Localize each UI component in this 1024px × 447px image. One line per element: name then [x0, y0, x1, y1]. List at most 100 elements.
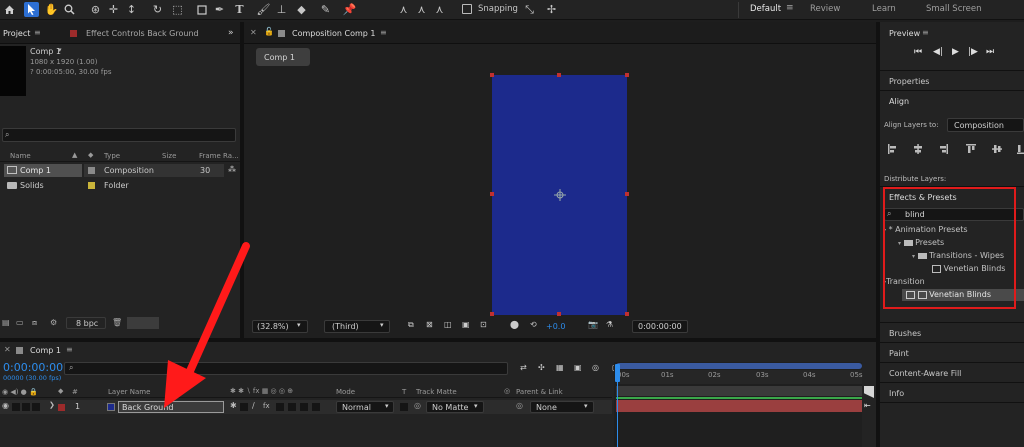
- pan-behind-tool-icon[interactable]: ⬚: [170, 2, 185, 17]
- panel-menu-icon[interactable]: ≡: [922, 28, 929, 37]
- column-name[interactable]: Name: [10, 152, 31, 160]
- exposure-value[interactable]: +0.0: [546, 322, 565, 331]
- preview-panel-title[interactable]: Preview: [889, 29, 920, 38]
- brushes-panel-title[interactable]: Brushes: [889, 329, 921, 338]
- panel-menu-icon[interactable]: ≡: [34, 28, 41, 37]
- parent-pickwhip-icon[interactable]: ◎: [516, 401, 523, 410]
- layer-end-handle-icon[interactable]: ⇤: [864, 401, 871, 410]
- orbit-camera-icon[interactable]: ⊛: [88, 2, 103, 17]
- layer-duration-bar[interactable]: [616, 400, 862, 412]
- panel-overflow-icon[interactable]: »: [228, 28, 234, 38]
- info-panel-title[interactable]: Info: [889, 389, 904, 398]
- matte-pickwhip-icon[interactable]: ◎: [414, 401, 421, 410]
- column-layer-name[interactable]: Layer Name: [108, 388, 150, 396]
- column-size[interactable]: Size: [162, 152, 176, 160]
- tab-composition[interactable]: Composition Comp 1: [292, 29, 376, 38]
- column-frame-rate[interactable]: Frame Ra...: [199, 152, 239, 160]
- rectangle-tool-icon[interactable]: [194, 2, 209, 17]
- align-panel-title[interactable]: Align: [889, 97, 909, 106]
- align-vertical-center-icon[interactable]: [992, 144, 1002, 154]
- column-type[interactable]: Type: [104, 152, 120, 160]
- properties-panel-title[interactable]: Properties: [889, 77, 929, 86]
- dolly-camera-icon[interactable]: ↕: [124, 2, 139, 17]
- timeline-search-input[interactable]: ⌕: [64, 362, 508, 375]
- interpret-footage-icon[interactable]: ▤: [2, 318, 10, 327]
- timeline-timecode[interactable]: 0:00:00:00: [3, 361, 63, 374]
- table-row[interactable]: Solids Folder: [0, 179, 240, 192]
- selection-tool-icon[interactable]: [24, 2, 39, 17]
- workspace-learn[interactable]: Learn: [872, 4, 896, 14]
- pen-tool-icon[interactable]: ✒: [212, 2, 227, 17]
- close-icon[interactable]: ✕: [250, 28, 257, 37]
- grid-icon[interactable]: ⊡: [480, 320, 487, 329]
- work-area-bar[interactable]: [616, 363, 862, 369]
- workspace-default[interactable]: Default: [750, 4, 781, 14]
- paint-panel-title[interactable]: Paint: [889, 349, 909, 358]
- flowchart-node-icon[interactable]: ⁂: [228, 165, 236, 174]
- visibility-eye-icon[interactable]: ◉: [2, 401, 9, 410]
- anchor-point-icon[interactable]: [554, 189, 566, 201]
- snapshot-icon[interactable]: 📷: [588, 320, 598, 329]
- column-mode[interactable]: Mode: [336, 388, 355, 396]
- motion-blur-icon[interactable]: ◎: [592, 363, 599, 372]
- snap-feather-icon[interactable]: ✢: [544, 2, 559, 17]
- eraser-tool-icon[interactable]: ◆: [294, 2, 309, 17]
- world-axis-icon[interactable]: ⋏: [414, 2, 429, 17]
- panel-menu-icon[interactable]: ≡: [380, 28, 387, 37]
- tab-effect-controls[interactable]: Effect Controls Back Ground: [86, 29, 199, 38]
- label-color-swatch[interactable]: [88, 182, 95, 189]
- color-channel-icon[interactable]: ⬤: [510, 320, 519, 329]
- type-tool-icon[interactable]: T: [232, 2, 247, 17]
- lock-icon[interactable]: 🔓: [264, 27, 274, 36]
- align-left-icon[interactable]: [888, 144, 898, 154]
- chevron-right-icon[interactable]: ❯: [49, 401, 55, 409]
- mask-visibility-icon[interactable]: ◫: [444, 320, 452, 329]
- snap-options-icon[interactable]: ⤡: [522, 2, 537, 17]
- 3d-layer-switch[interactable]: [312, 403, 320, 411]
- preserve-transparency-toggle[interactable]: [400, 403, 408, 411]
- frame-blending-icon[interactable]: ▣: [574, 363, 582, 372]
- comp-mini-flowchart-icon[interactable]: ⇄: [520, 363, 527, 372]
- align-right-icon[interactable]: [938, 144, 948, 154]
- align-bottom-icon[interactable]: [1017, 144, 1024, 154]
- motion-blur-switch[interactable]: [288, 403, 296, 411]
- effects-switch-icon[interactable]: fx: [263, 402, 270, 410]
- project-search-input[interactable]: ⌕: [2, 128, 236, 142]
- new-folder-icon[interactable]: ▭: [16, 318, 24, 327]
- comp-end-marker[interactable]: [864, 386, 874, 398]
- frame-blend-switch[interactable]: [276, 403, 284, 411]
- workspace-menu-icon[interactable]: ≡: [786, 3, 794, 13]
- rotation-tool-icon[interactable]: ↻: [150, 2, 165, 17]
- table-row[interactable]: Comp 1 Composition 30 ⁂: [0, 164, 240, 177]
- reset-exposure-icon[interactable]: ⟲: [530, 320, 537, 329]
- adjustment-switch[interactable]: [300, 403, 308, 411]
- snapping-checkbox[interactable]: [462, 4, 472, 14]
- previous-frame-icon[interactable]: ◀|: [933, 47, 943, 57]
- table-row[interactable]: ◉ ❯ 1 Back Ground ✱ ∕ fx Normal ▾ ◎ No M…: [0, 400, 612, 414]
- panel-menu-icon[interactable]: ≡: [66, 345, 73, 354]
- brush-tool-icon[interactable]: 🖌: [256, 2, 271, 17]
- tab-timeline-comp[interactable]: Comp 1: [30, 346, 61, 355]
- show-snapshot-icon[interactable]: ⚗: [606, 320, 613, 329]
- lock-toggle[interactable]: [32, 403, 40, 411]
- draft-3d-icon[interactable]: ✣: [538, 363, 545, 372]
- align-horizontal-center-icon[interactable]: [913, 144, 923, 154]
- view-axis-icon[interactable]: ⋏: [432, 2, 447, 17]
- last-frame-icon[interactable]: ⏭: [986, 47, 994, 57]
- home-icon[interactable]: [2, 2, 17, 17]
- roto-brush-tool-icon[interactable]: ✎: [318, 2, 333, 17]
- sort-up-icon[interactable]: ▲: [72, 151, 77, 159]
- play-icon[interactable]: ▶: [952, 47, 959, 57]
- playhead-handle[interactable]: [615, 364, 620, 382]
- workspace-small-screen[interactable]: Small Screen: [926, 4, 982, 14]
- tab-project[interactable]: Project: [3, 29, 30, 38]
- chevron-down-icon[interactable]: ▾: [58, 46, 62, 54]
- workspace-review[interactable]: Review: [810, 4, 840, 14]
- region-of-interest-icon[interactable]: ⧉: [408, 320, 414, 330]
- align-top-icon[interactable]: [966, 144, 976, 154]
- first-frame-icon[interactable]: ⏮: [914, 47, 922, 57]
- trash-icon[interactable]: 🗑: [112, 318, 122, 327]
- label-color-swatch[interactable]: [88, 167, 95, 174]
- content-aware-fill-panel-title[interactable]: Content-Aware Fill: [889, 369, 961, 378]
- clone-stamp-tool-icon[interactable]: ⊥: [274, 2, 289, 17]
